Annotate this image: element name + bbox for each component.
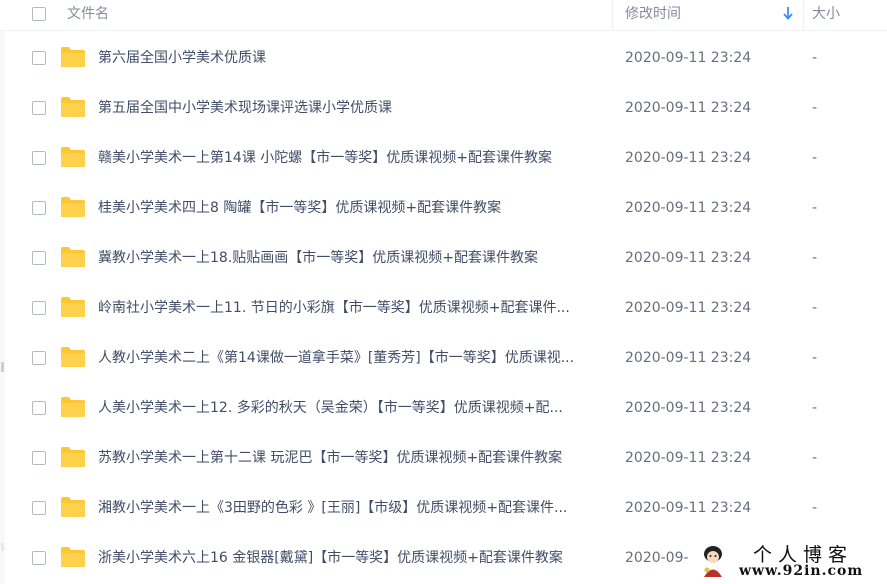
- avatar-logo-icon: [704, 546, 722, 577]
- file-modified-date: 2020-09-11 23:24: [625, 350, 752, 366]
- file-row[interactable]: 桂美小学美术四上8 陶罐【市一等奖】优质课视频+配套课件教案 2020-09-11…: [15, 183, 887, 233]
- file-size: -: [812, 400, 818, 416]
- file-name[interactable]: 人美小学美术一上12. 多彩的秋天（吴金荣）【市一等奖】优质课视频+配...: [98, 383, 608, 433]
- file-modified-date: 2020-09-11 23:24: [625, 200, 752, 216]
- file-modified-date: 2020-09-11 23:24: [625, 250, 752, 266]
- select-all-checkbox[interactable]: [32, 7, 46, 21]
- file-size: -: [812, 50, 818, 66]
- file-row[interactable]: 冀教小学美术一上18.贴贴画画【市一等奖】优质课视频+配套课件教案 2020-09…: [15, 233, 887, 283]
- file-name[interactable]: 冀教小学美术一上18.贴贴画画【市一等奖】优质课视频+配套课件教案: [98, 233, 608, 283]
- file-row[interactable]: 第五届全国中小学美术现场课评选课小学优质课 2020-09-11 23:24 -: [15, 83, 887, 133]
- folder-icon: [60, 296, 86, 318]
- row-checkbox[interactable]: [32, 51, 46, 65]
- row-checkbox[interactable]: [32, 151, 46, 165]
- row-checkbox[interactable]: [32, 201, 46, 215]
- file-name[interactable]: 桂美小学美术四上8 陶罐【市一等奖】优质课视频+配套课件教案: [98, 183, 608, 233]
- file-row[interactable]: 人教小学美术二上《第14课做一道拿手菜》[董秀芳]【市一等奖】优质课视... 20…: [15, 333, 887, 383]
- file-row[interactable]: 湘教小学美术一上《3田野的色彩 》[王丽]【市级】优质课视频+配套课件... 20…: [15, 483, 887, 533]
- folder-icon: [60, 46, 86, 68]
- file-name[interactable]: 苏教小学美术一上第十二课 玩泥巴【市一等奖】优质课视频+配套课件教案: [98, 433, 608, 483]
- file-name[interactable]: 第五届全国中小学美术现场课评选课小学优质课: [98, 83, 608, 133]
- file-modified-date: 2020-09-11 23:24: [625, 300, 752, 316]
- file-modified-date: 2020-09-11 23:24: [625, 500, 752, 516]
- column-divider[interactable]: [612, 0, 613, 30]
- file-size: -: [812, 500, 818, 516]
- arrow-down-icon[interactable]: [782, 6, 794, 20]
- scroll-marker: [1, 362, 4, 372]
- file-modified-date: 2020-09-11 23:24: [625, 50, 752, 66]
- left-edge-strip: [0, 0, 5, 584]
- file-name[interactable]: 第六届全国小学美术优质课: [98, 33, 608, 83]
- column-header-name[interactable]: 文件名: [67, 0, 109, 30]
- file-row[interactable]: 苏教小学美术一上第十二课 玩泥巴【市一等奖】优质课视频+配套课件教案 2020-0…: [15, 433, 887, 483]
- row-checkbox[interactable]: [32, 251, 46, 265]
- row-checkbox[interactable]: [32, 551, 46, 565]
- file-list-header: 文件名 修改时间 大小: [0, 0, 887, 31]
- folder-icon: [60, 546, 86, 568]
- folder-icon: [60, 396, 86, 418]
- file-row[interactable]: 第六届全国小学美术优质课 2020-09-11 23:24 -: [15, 33, 887, 83]
- file-name[interactable]: 浙美小学美术六上16 金银器[戴黛]【市一等奖】优质课视频+配套课件教案: [98, 533, 608, 583]
- folder-icon: [60, 446, 86, 468]
- row-checkbox[interactable]: [32, 451, 46, 465]
- scroll-marker-secondary: [1, 543, 4, 551]
- watermark-url: www.92in.com: [739, 563, 864, 579]
- file-modified-date: 2020-09-11 23:24: [625, 400, 752, 416]
- file-name[interactable]: 湘教小学美术一上《3田野的色彩 》[王丽]【市级】优质课视频+配套课件...: [98, 483, 608, 533]
- column-divider[interactable]: [803, 0, 804, 30]
- file-modified-date: 2020-09-11 23:24: [625, 150, 752, 166]
- row-checkbox[interactable]: [32, 501, 46, 515]
- file-size: -: [812, 250, 818, 266]
- row-checkbox[interactable]: [32, 351, 46, 365]
- file-size: -: [812, 150, 818, 166]
- file-size: -: [812, 350, 818, 366]
- file-modified-date: 2020-09-11 23:24: [625, 100, 752, 116]
- file-size: -: [812, 450, 818, 466]
- column-header-size[interactable]: 大小: [812, 0, 840, 30]
- file-row[interactable]: 人美小学美术一上12. 多彩的秋天（吴金荣）【市一等奖】优质课视频+配... 20…: [15, 383, 887, 433]
- file-row[interactable]: 赣美小学美术一上第14课 小陀螺【市一等奖】优质课视频+配套课件教案 2020-0…: [15, 133, 887, 183]
- folder-icon: [60, 146, 86, 168]
- file-name[interactable]: 人教小学美术二上《第14课做一道拿手菜》[董秀芳]【市一等奖】优质课视...: [98, 333, 608, 383]
- file-row[interactable]: 岭南社小学美术一上11. 节日的小彩旗【市一等奖】优质课视频+配套课件... 20…: [15, 283, 887, 333]
- folder-icon: [60, 196, 86, 218]
- file-size: -: [812, 200, 818, 216]
- folder-icon: [60, 346, 86, 368]
- folder-icon: [60, 96, 86, 118]
- site-watermark: 个人博客 www.92in.com: [693, 538, 887, 584]
- file-size: -: [812, 300, 818, 316]
- row-checkbox[interactable]: [32, 401, 46, 415]
- file-size: -: [812, 100, 818, 116]
- file-modified-date: 2020-09-11 23:24: [625, 450, 752, 466]
- folder-icon: [60, 496, 86, 518]
- file-name[interactable]: 赣美小学美术一上第14课 小陀螺【市一等奖】优质课视频+配套课件教案: [98, 133, 608, 183]
- column-header-modified[interactable]: 修改时间: [625, 0, 681, 30]
- folder-icon: [60, 246, 86, 268]
- file-modified-date: 2020-09-: [625, 550, 689, 566]
- row-checkbox[interactable]: [32, 101, 46, 115]
- file-name[interactable]: 岭南社小学美术一上11. 节日的小彩旗【市一等奖】优质课视频+配套课件...: [98, 283, 608, 333]
- row-checkbox[interactable]: [32, 301, 46, 315]
